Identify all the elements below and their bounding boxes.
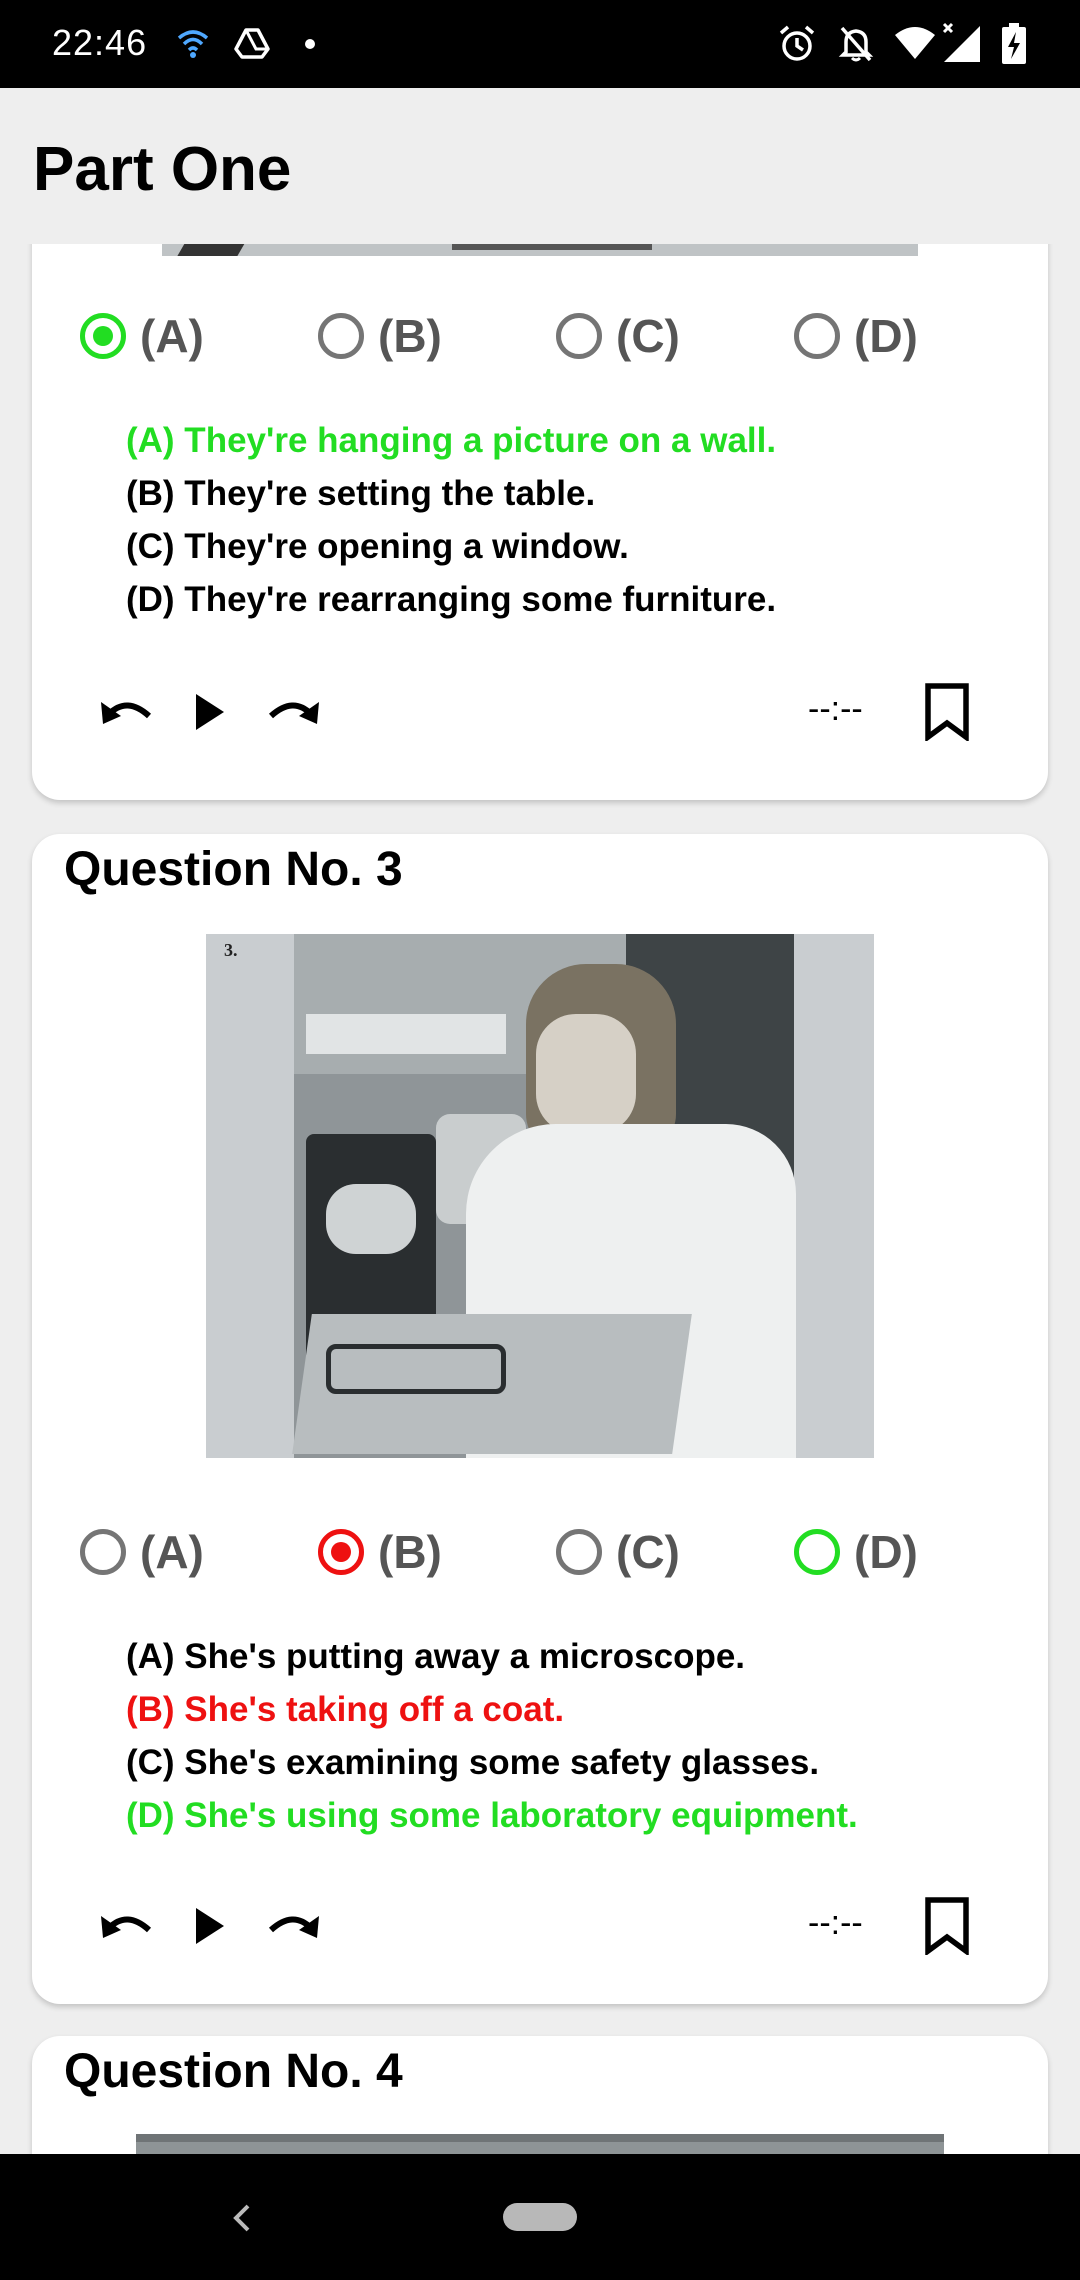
play-icon: [196, 694, 224, 730]
answer-list: (A) She's putting away a microscope. (B)…: [126, 1630, 858, 1842]
battery-charging-icon: [1002, 23, 1026, 64]
option-d[interactable]: (D): [794, 296, 918, 376]
radio-button[interactable]: [556, 1529, 602, 1575]
replay-icon: [101, 702, 152, 724]
forward-icon: [268, 702, 319, 724]
drive-icon: [234, 28, 270, 59]
option-c[interactable]: (C): [556, 296, 680, 376]
option-label: (C): [616, 310, 680, 362]
question-card-3: Question No. 3 3. (A) (B) (C) (D) (A) Sh…: [32, 834, 1048, 2004]
bookmark-button[interactable]: [912, 672, 982, 752]
status-time: 22:46: [52, 22, 148, 63]
option-a[interactable]: (A): [80, 296, 204, 376]
bookmark-icon: [925, 1897, 969, 1955]
option-label: (B): [378, 1526, 442, 1578]
home-pill-icon[interactable]: [503, 2203, 577, 2231]
app-bar: Part One: [0, 88, 1080, 244]
radio-button-selected-wrong[interactable]: [318, 1529, 364, 1575]
audio-controls: --:--: [32, 1886, 1048, 1966]
answer-text: (D) They're rearranging some furniture.: [126, 580, 777, 619]
navigation-bar: [0, 2154, 1080, 2280]
question-image: [136, 2134, 944, 2154]
alarm-icon: [779, 25, 815, 61]
radio-button[interactable]: [318, 313, 364, 359]
option-c[interactable]: (C): [556, 1512, 680, 1592]
question-card-4: Question No. 4: [32, 2036, 1048, 2154]
signal-icon: [942, 22, 980, 62]
option-label: (D): [854, 1526, 918, 1578]
play-button[interactable]: [174, 1886, 244, 1966]
answer-options: (A) (B) (C) (D): [32, 1512, 1048, 1592]
page-title: Part One: [33, 135, 292, 204]
notifications-off-icon: [838, 26, 874, 62]
radio-button-selected[interactable]: [80, 313, 126, 359]
time-display: --:--: [808, 1904, 863, 1942]
option-label: (A): [140, 310, 204, 362]
replay-button[interactable]: [92, 672, 162, 752]
answer-text: (B) They're setting the table.: [126, 474, 596, 513]
image-number: 3.: [224, 940, 238, 960]
option-label: (C): [616, 1526, 680, 1578]
time-display: --:--: [808, 690, 863, 728]
radio-button-correct[interactable]: [794, 1529, 840, 1575]
answer-text: (C) They're opening a window.: [126, 527, 629, 566]
bookmark-button[interactable]: [912, 1886, 982, 1966]
radio-button[interactable]: [80, 1529, 126, 1575]
play-button[interactable]: [174, 672, 244, 752]
dot-icon: [305, 39, 315, 49]
option-b[interactable]: (B): [318, 296, 442, 376]
question-title: Question No. 4: [64, 2045, 403, 2098]
radio-button[interactable]: [556, 313, 602, 359]
forward-button[interactable]: [258, 1886, 328, 1966]
option-a[interactable]: (A): [80, 1512, 204, 1592]
question-card-2: (A) (B) (C) (D) (A) They're hanging a pi…: [32, 244, 1048, 800]
option-label: (D): [854, 310, 918, 362]
replay-button[interactable]: [92, 1886, 162, 1966]
answer-options: (A) (B) (C) (D): [32, 296, 1048, 376]
answer-text: (A) She's putting away a microscope.: [126, 1637, 746, 1676]
audio-controls: --:--: [32, 672, 1048, 752]
answer-text: (D) She's using some laboratory equipmen…: [126, 1796, 858, 1835]
option-label: (B): [378, 310, 442, 362]
wifi-signal-icon: [177, 30, 209, 58]
option-d[interactable]: (D): [794, 1512, 918, 1592]
play-icon: [196, 1908, 224, 1944]
replay-icon: [101, 1916, 152, 1938]
option-b[interactable]: (B): [318, 1512, 442, 1592]
option-label: (A): [140, 1526, 204, 1578]
bookmark-icon: [925, 683, 969, 741]
question-title: Question No. 3: [64, 843, 403, 896]
answer-list: (A) They're hanging a picture on a wall.…: [126, 414, 776, 626]
answer-text: (B) She's taking off a coat.: [126, 1690, 565, 1729]
question-list[interactable]: (A) (B) (C) (D) (A) They're hanging a pi…: [0, 244, 1080, 2154]
forward-icon: [268, 1916, 319, 1938]
wifi-icon: [895, 27, 935, 59]
status-bar: 22:46: [0, 0, 1080, 88]
radio-button[interactable]: [794, 313, 840, 359]
answer-text: (C) She's examining some safety glasses.: [126, 1743, 820, 1782]
question-image: [162, 244, 918, 256]
forward-button[interactable]: [258, 672, 328, 752]
question-image: 3.: [206, 934, 874, 1458]
answer-text: (A) They're hanging a picture on a wall.: [126, 421, 777, 460]
back-icon[interactable]: [222, 2194, 262, 2242]
